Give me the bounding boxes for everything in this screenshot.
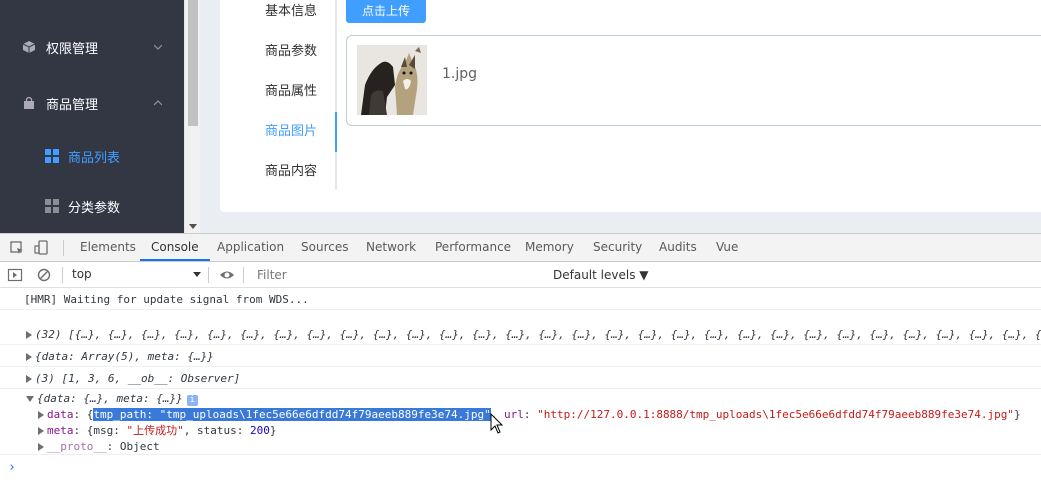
tab-goods-attrs[interactable]: 商品属性 xyxy=(220,72,337,112)
prop-key: meta xyxy=(47,424,74,437)
tab-application[interactable]: Application xyxy=(217,234,284,261)
filter-input[interactable] xyxy=(250,266,546,284)
prop-sep: , status: xyxy=(183,424,250,437)
upload-button[interactable]: 点击上传 xyxy=(346,0,426,23)
console-message[interactable]: (3) [1, 3, 6, __ob__: Observer] xyxy=(0,368,1041,389)
console-prompt[interactable]: › xyxy=(0,457,1041,478)
app-area: 权限管理 商品管理 商品列表 分类参数 基本信息 商品参数 商品属性 商品图片 … xyxy=(0,0,1041,233)
toolbar-divider xyxy=(243,267,244,283)
dropdown-arrow-icon[interactable] xyxy=(193,272,201,277)
tab-network[interactable]: Network xyxy=(366,234,416,261)
array-preview: (32) [{…}, {…}, {…}, {…}, {…}, {…}, {…},… xyxy=(35,328,1041,341)
expand-arrow-icon[interactable] xyxy=(26,331,32,339)
toolbar-divider xyxy=(62,267,63,283)
sidebar-subitem-goods-list[interactable]: 商品列表 xyxy=(0,131,184,181)
console-output: [HMR] Waiting for update signal from WDS… xyxy=(0,289,1041,491)
prop-key: url xyxy=(503,408,524,421)
tab-sources[interactable]: Sources xyxy=(301,234,348,261)
sidebar: 权限管理 商品管理 商品列表 分类参数 xyxy=(0,0,184,233)
tab-console[interactable]: Console xyxy=(140,234,210,261)
proto-value: : Object xyxy=(106,440,160,453)
vertical-tabs: 基本信息 商品参数 商品属性 商品图片 商品内容 xyxy=(220,0,337,212)
cube-icon xyxy=(22,41,36,53)
toolbar-divider xyxy=(208,267,209,283)
tab-performance[interactable]: Performance xyxy=(435,234,511,261)
device-toolbar-icon[interactable] xyxy=(34,240,50,256)
sidebar-item-permissions[interactable]: 权限管理 xyxy=(0,22,184,72)
object-preview: {data: Array(5), meta: {…}} xyxy=(35,350,214,363)
toolbar-divider xyxy=(63,240,64,256)
inspect-element-icon[interactable] xyxy=(9,240,25,256)
expand-arrow-icon[interactable] xyxy=(38,427,44,435)
prompt-caret-icon: › xyxy=(8,460,16,475)
sidebar-subitem-label: 分类参数 xyxy=(68,200,121,216)
expand-arrow-icon[interactable] xyxy=(26,375,32,383)
sidebar-item-goods[interactable]: 商品管理 xyxy=(0,78,184,128)
grid-icon xyxy=(45,199,59,213)
scroll-down-arrow-icon[interactable] xyxy=(189,224,197,229)
mouse-cursor-icon xyxy=(490,413,504,434)
eye-icon[interactable] xyxy=(219,267,235,283)
collapse-arrow-icon[interactable] xyxy=(26,396,34,402)
sidebar-scrollbar[interactable] xyxy=(184,0,200,233)
console-toolbar: top Default levels ▼ xyxy=(0,262,1041,288)
hmr-message: [HMR] Waiting for update signal from WDS… xyxy=(24,293,309,306)
prop-key: data xyxy=(47,408,74,421)
devtools-tabbar: Elements Console Application Sources Net… xyxy=(0,234,1041,262)
tab-memory[interactable]: Memory xyxy=(525,234,574,261)
sidebar-toggle-icon[interactable] xyxy=(7,267,23,283)
tab-goods-params[interactable]: 商品参数 xyxy=(220,32,337,72)
upload-file-item[interactable]: 1.jpg xyxy=(346,35,1041,126)
console-message[interactable]: (32) [{…}, {…}, {…}, {…}, {…}, {…}, {…},… xyxy=(0,324,1041,345)
expand-arrow-icon[interactable] xyxy=(38,443,44,451)
tab-elements[interactable]: Elements xyxy=(80,234,136,261)
tab-basic-info[interactable]: 基本信息 xyxy=(220,0,337,32)
clear-console-icon[interactable] xyxy=(36,267,52,283)
sidebar-subitem-category-params[interactable]: 分类参数 xyxy=(0,181,184,231)
grid-icon xyxy=(45,149,59,163)
observer-preview: (3) [1, 3, 6, __ob__: Observer] xyxy=(35,372,241,385)
chevron-up-icon xyxy=(154,100,162,106)
chevron-down-icon xyxy=(154,44,162,50)
tab-security[interactable]: Security xyxy=(593,234,642,261)
console-message-expanded[interactable]: {data: {…}, meta: {…}} i data: {tmp_path:… xyxy=(0,389,1041,455)
meta-msg: "上传成功" xyxy=(126,424,184,437)
scrollbar-thumb[interactable] xyxy=(188,0,198,126)
expand-arrow-icon[interactable] xyxy=(26,353,32,361)
url-value: "http://127.0.0.1:8888/tmp_uploads\1fec5… xyxy=(537,408,1014,421)
sidebar-item-label: 权限管理 xyxy=(46,41,99,57)
proto-key: __proto__ xyxy=(47,440,107,453)
log-levels-dropdown[interactable]: Default levels ▼ xyxy=(553,268,649,282)
goods-card: 基本信息 商品参数 商品属性 商品图片 商品内容 点击上传 1.jpg xyxy=(220,0,1041,212)
file-thumbnail xyxy=(357,45,427,115)
file-name: 1.jpg xyxy=(442,66,478,82)
sidebar-item-label: 商品管理 xyxy=(46,97,99,113)
info-icon[interactable]: i xyxy=(186,395,198,406)
tab-goods-content[interactable]: 商品内容 xyxy=(220,152,337,192)
meta-status: 200 xyxy=(249,424,270,437)
tab-audits[interactable]: Audits xyxy=(659,234,697,261)
sidebar-subitem-label: 商品列表 xyxy=(68,150,121,166)
object-preview: {data: {…}, meta: {…}} xyxy=(37,392,183,405)
prop-open: : {msg: xyxy=(73,424,127,437)
selected-text[interactable]: tmp_path: "tmp_uploads\1fec5e66e6dfdd74f… xyxy=(93,408,491,421)
tab-goods-images[interactable]: 商品图片 xyxy=(220,112,337,152)
console-message: [HMR] Waiting for update signal from WDS… xyxy=(0,289,1041,310)
bag-icon xyxy=(24,96,34,109)
tab-vue[interactable]: Vue xyxy=(716,234,738,261)
devtools-panel: Elements Console Application Sources Net… xyxy=(0,233,1041,491)
prop-open: : { xyxy=(73,408,94,421)
expand-arrow-icon[interactable] xyxy=(38,411,44,419)
context-select[interactable]: top xyxy=(72,267,202,283)
console-message[interactable]: {data: Array(5), meta: {…}} xyxy=(0,346,1041,367)
